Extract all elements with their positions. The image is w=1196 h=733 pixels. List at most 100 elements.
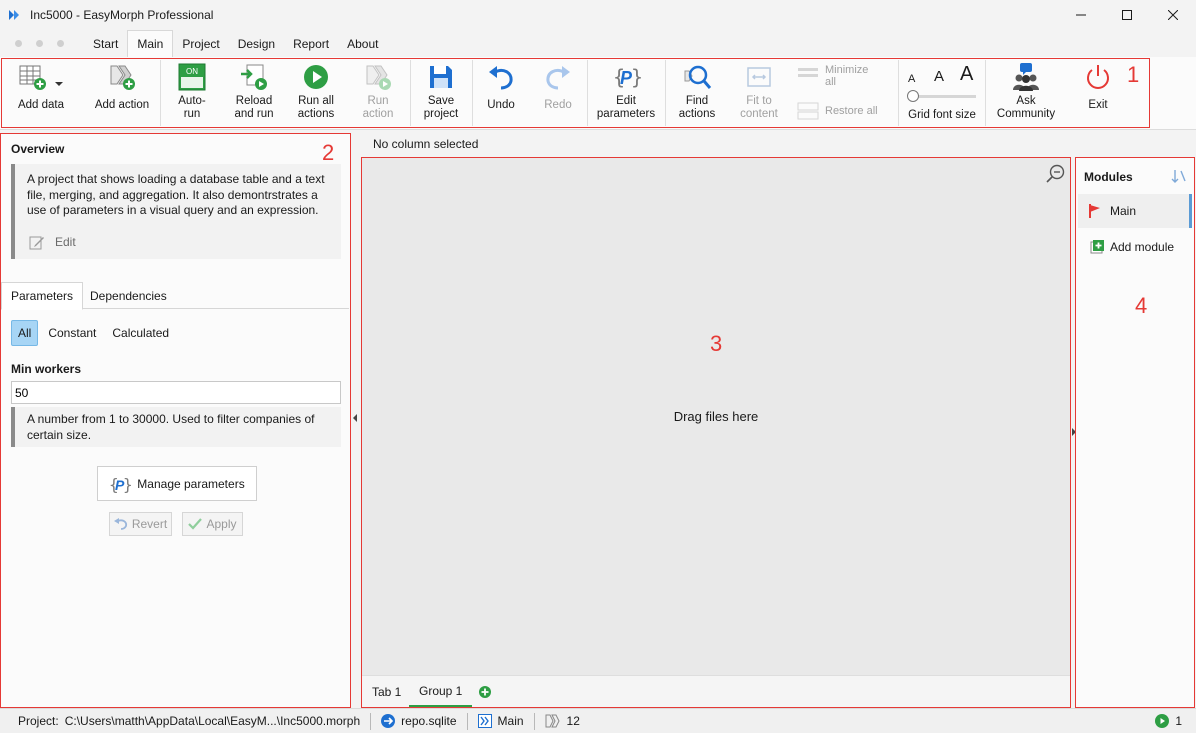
status-bar: Project: C:\Users\matth\AppData\Local\Ea… (0, 708, 1196, 733)
checkmark-icon (188, 518, 203, 530)
fit-to-content-button[interactable]: Fit to content (736, 61, 782, 125)
zoom-out-icon[interactable] (1046, 164, 1066, 184)
project-path: Project: C:\Users\matth\AppData\Local\Ea… (18, 714, 361, 728)
flag-icon (1089, 204, 1100, 218)
auto-run-toggle[interactable]: ON Auto- run (170, 61, 214, 125)
manage-parameters-button[interactable]: { P } Manage parameters (97, 466, 257, 501)
run-all-actions-button[interactable]: Run all actions (292, 61, 340, 125)
collapse-left-panel-icon[interactable] (352, 414, 358, 422)
menu-tab-about[interactable]: About (338, 30, 387, 57)
menu-tab-main[interactable]: Main (127, 30, 174, 57)
filter-constant[interactable]: Constant (42, 320, 102, 346)
app-logo-icon (9, 10, 19, 20)
overview-description-box: A project that shows loading a database … (11, 164, 341, 259)
filter-calculated[interactable]: Calculated (106, 320, 175, 346)
minimize-icon (1076, 14, 1086, 16)
tab-parameters[interactable]: Parameters (1, 282, 84, 310)
sort-icon[interactable] (1171, 168, 1187, 184)
revert-icon (113, 518, 127, 530)
ask-community-button[interactable]: Ask Community (993, 61, 1059, 125)
repository-status[interactable]: repo.sqlite (371, 709, 466, 733)
edit-overview-button[interactable]: Edit (29, 234, 76, 250)
redo-button[interactable]: Redo (537, 61, 579, 125)
ribbon-separator (410, 60, 411, 126)
menu-tab-report[interactable]: Report (284, 30, 338, 57)
community-icon (1013, 63, 1039, 91)
parameters-icon: { P } (613, 65, 641, 89)
run-action-button[interactable]: Run action (354, 61, 402, 125)
parameter-description: A number from 1 to 30000. Used to filter… (11, 407, 341, 447)
drag-files-hint: Drag files here (673, 409, 759, 424)
current-module-status[interactable]: Main (468, 709, 534, 733)
overview-title: Overview (11, 142, 65, 156)
add-tab-icon[interactable] (479, 686, 491, 698)
run-action-icon (366, 65, 391, 90)
revert-button[interactable]: Revert (109, 512, 172, 536)
pencil-icon (29, 236, 44, 250)
save-project-button[interactable]: Save project (418, 61, 464, 125)
dot-icon[interactable] (57, 40, 64, 47)
workflow-canvas[interactable]: 3 Drag files here Tab 1 Group 1 (361, 157, 1071, 708)
find-actions-button[interactable]: Find actions (674, 61, 720, 125)
ribbon-separator (985, 60, 986, 126)
add-module-button[interactable]: Add module (1090, 240, 1174, 254)
parameter-name: Min workers (11, 362, 82, 376)
tab-dependencies[interactable]: Dependencies (81, 282, 176, 309)
maximize-window-button[interactable] (1104, 0, 1150, 30)
action-add-icon (110, 65, 135, 90)
edit-parameters-button[interactable]: { P } Edit parameters (594, 61, 658, 125)
close-icon (1168, 10, 1178, 20)
close-window-button[interactable] (1150, 0, 1196, 30)
ribbon-toolbar: Add data Add action ON Auto- run Reload … (0, 57, 1196, 130)
font-size-slider-handle[interactable] (907, 90, 919, 102)
add-action-button[interactable]: Add action (90, 61, 154, 125)
annotation-label-3: 3 (710, 331, 723, 356)
project-overview-panel: Overview 2 A project that shows loading … (0, 133, 351, 708)
reload-and-run-button[interactable]: Reload and run (230, 61, 278, 125)
save-icon (430, 66, 452, 88)
module-icon (477, 714, 492, 728)
font-large-button[interactable]: A (960, 63, 973, 86)
tab-group-1[interactable]: Group 1 (409, 676, 473, 707)
add-module-icon (1090, 240, 1104, 254)
add-data-button[interactable]: Add data (8, 61, 74, 125)
dot-icon[interactable] (36, 40, 43, 47)
minimize-all-icon (798, 68, 818, 77)
parameter-filters: All Constant Calculated (11, 320, 179, 346)
font-medium-button[interactable]: A (934, 68, 944, 85)
undo-button[interactable]: Undo (480, 61, 522, 125)
dot-icon[interactable] (15, 40, 22, 47)
tab-tab-1[interactable]: Tab 1 (362, 676, 411, 707)
overview-description: A project that shows loading a database … (27, 172, 325, 217)
minimize-all-button[interactable]: Minimize all (797, 64, 889, 88)
font-small-button[interactable]: A (908, 73, 915, 85)
svg-text:ON: ON (186, 67, 198, 76)
repository-icon (381, 714, 396, 728)
exit-button[interactable]: Exit (1078, 61, 1118, 125)
modules-title: Modules (1084, 170, 1133, 184)
menu-tab-design[interactable]: Design (229, 30, 284, 57)
menu-tab-start[interactable]: Start (84, 30, 127, 57)
parameter-value-input[interactable] (11, 381, 341, 404)
running-tasks-status[interactable]: 1 (1145, 709, 1192, 733)
undo-icon (489, 66, 513, 90)
menu-tab-project[interactable]: Project (173, 30, 228, 57)
minimize-window-button[interactable] (1058, 0, 1104, 30)
parameters-tabs: Parameters Dependencies (1, 282, 349, 310)
grid-font-size-control: A A A Grid font size (907, 63, 976, 121)
table-add-icon (19, 65, 46, 90)
modules-panel: Modules Main Add module 4 (1075, 157, 1195, 708)
redo-icon (546, 66, 570, 90)
play-icon (1155, 714, 1170, 728)
annotation-label-1: 1 (1127, 62, 1140, 87)
restore-all-button[interactable]: Restore all (797, 101, 889, 121)
group-tabs: Tab 1 Group 1 (362, 675, 1070, 707)
module-item-main[interactable]: Main (1078, 194, 1192, 228)
actions-count-status: 12 (535, 709, 590, 733)
apply-button[interactable]: Apply (182, 512, 243, 536)
annotation-label-4: 4 (1135, 293, 1148, 318)
ribbon-separator (898, 60, 899, 126)
chevron-down-icon[interactable] (54, 79, 64, 89)
filter-all[interactable]: All (11, 320, 39, 346)
svg-text:}: } (631, 65, 641, 89)
